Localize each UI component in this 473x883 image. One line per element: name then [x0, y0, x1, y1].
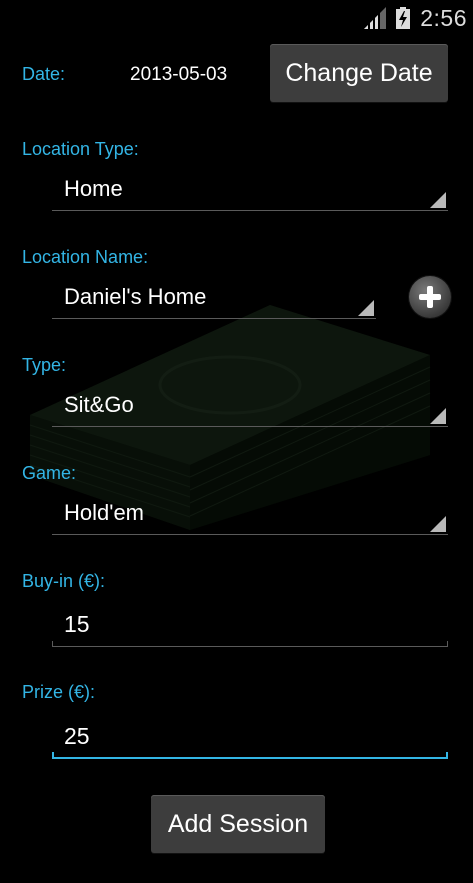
buy-in-input[interactable]: 15: [52, 603, 448, 647]
location-name-value: Daniel's Home: [64, 284, 207, 309]
type-value: Sit&Go: [64, 392, 134, 417]
date-label: Date:: [22, 64, 66, 84]
location-type-value: Home: [64, 176, 123, 201]
add-location-button[interactable]: [409, 276, 451, 318]
prize-input[interactable]: 25: [52, 715, 448, 759]
buy-in-value: 15: [64, 611, 90, 637]
location-name-spinner[interactable]: Daniel's Home: [52, 278, 376, 319]
game-value: Hold'em: [64, 500, 145, 525]
prize-label: Prize (€):: [22, 682, 96, 702]
location-name-label: Location Name:: [22, 247, 149, 267]
location-type-label: Location Type:: [22, 139, 139, 159]
dropdown-arrow-icon: [430, 408, 446, 424]
dropdown-arrow-icon: [430, 516, 446, 532]
status-bar: 2:56: [0, 0, 473, 36]
status-icons: 2:56: [364, 4, 467, 32]
dropdown-arrow-icon: [358, 300, 374, 316]
buy-in-label: Buy-in (€):: [22, 571, 106, 591]
dropdown-arrow-icon: [430, 192, 446, 208]
clock: 2:56: [420, 4, 467, 31]
prize-value: 25: [64, 723, 90, 749]
game-spinner[interactable]: Hold'em: [52, 494, 448, 535]
signal-icon: [364, 7, 387, 29]
change-date-button[interactable]: Change Date: [270, 44, 448, 102]
add-session-button[interactable]: Add Session: [151, 795, 325, 853]
type-spinner[interactable]: Sit&Go: [52, 386, 448, 427]
game-label: Game:: [22, 463, 77, 483]
battery-charging-icon: [396, 7, 411, 29]
location-type-spinner[interactable]: Home: [52, 170, 448, 211]
date-value: 2013-05-03: [130, 64, 228, 85]
type-label: Type:: [22, 355, 67, 375]
